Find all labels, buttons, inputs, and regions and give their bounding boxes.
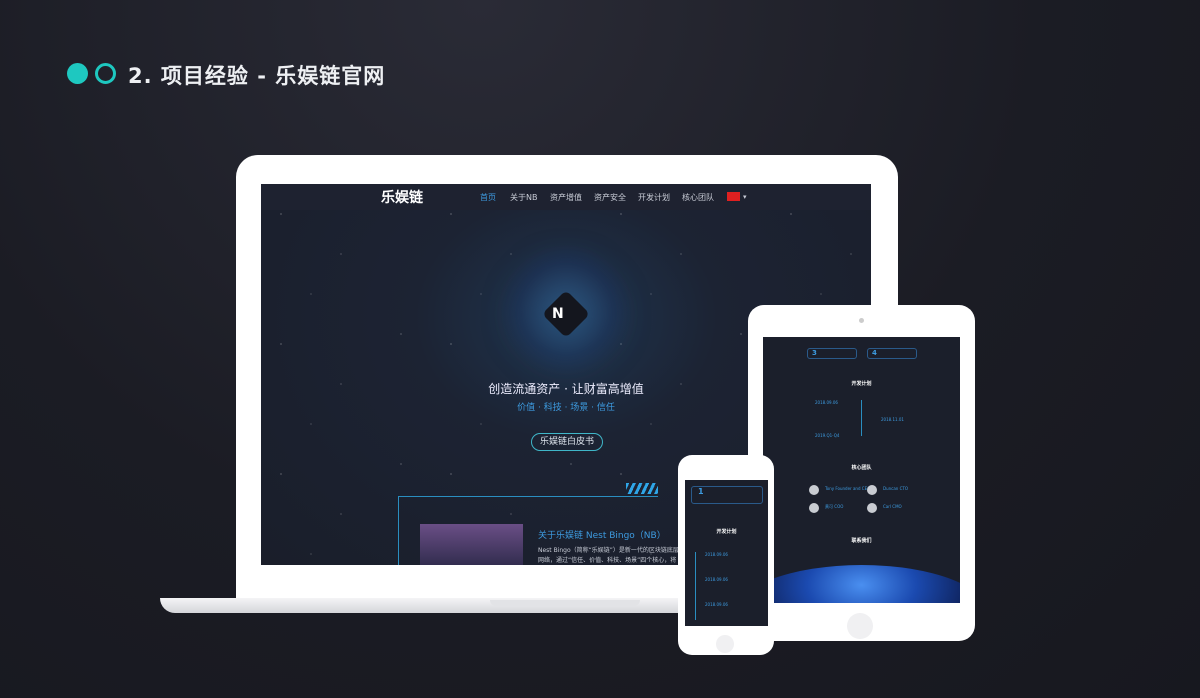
avatar	[809, 503, 819, 513]
timeline-date: 2018.11.01	[881, 417, 904, 422]
avatar	[867, 485, 877, 495]
nav-asset-security[interactable]: 资产安全	[594, 192, 626, 203]
chevron-down-icon[interactable]: ▾	[743, 193, 747, 201]
timeline-date: 2018.09.06	[815, 400, 838, 405]
outline-circle-icon	[95, 63, 116, 84]
divider-line	[398, 496, 399, 565]
tablet-camera	[859, 318, 864, 323]
whitepaper-button[interactable]: 乐娱链白皮书	[531, 433, 603, 451]
nav-team[interactable]: 核心团队	[682, 192, 714, 203]
earth-image	[763, 565, 960, 603]
contact-title: 联系我们	[851, 538, 872, 544]
team-member: Duncan CTO	[883, 486, 908, 491]
team-title: 核心团队	[851, 465, 872, 471]
feature-card: 4	[867, 348, 917, 359]
tablet-screen: 3 4 开发计划 2018.09.06 2018.11.01 2019.Q1-Q…	[763, 337, 960, 603]
plan-title: 开发计划	[851, 381, 872, 387]
nav-about[interactable]: 关于NB	[510, 192, 537, 203]
timeline-date: 2018.09.06	[705, 577, 728, 582]
site-logo[interactable]: 乐娱链	[381, 187, 423, 207]
divider-line	[398, 496, 658, 497]
section-title: 2. 项目经验 - 乐娱链官网	[128, 64, 386, 88]
plan-title: 开发计划	[716, 529, 737, 535]
laptop-notch	[490, 600, 640, 606]
tablet-home-button[interactable]	[847, 613, 873, 639]
feature-card: 1	[691, 486, 763, 504]
timeline-date: 2019.Q1-Q4	[815, 433, 840, 438]
about-title: 关于乐娱链 Nest Bingo（NB）	[538, 531, 666, 541]
about-text: 网络，通过“信任、价值、科技、场景”四个核心，将	[538, 557, 677, 564]
stripes-decoration	[626, 483, 658, 494]
filled-circle-icon	[67, 63, 88, 84]
nav-dev-plan[interactable]: 开发计划	[638, 192, 670, 203]
avatar	[867, 503, 877, 513]
feature-card: 3	[807, 348, 857, 359]
timeline-date: 2018.09.06	[705, 602, 728, 607]
team-member: 黄可 COO	[825, 504, 844, 509]
about-text: Nest Bingo（简称“乐娱链”）是新一代的区块链底层	[538, 547, 679, 554]
china-flag-icon[interactable]	[727, 192, 740, 201]
nb-logo-letter: N	[552, 306, 564, 322]
site-nav: 乐娱链 首页 关于NB 资产增值 资产安全 开发计划 核心团队 ▾	[261, 184, 871, 210]
timeline-line	[861, 400, 862, 436]
nav-asset-growth[interactable]: 资产增值	[550, 192, 582, 203]
phone-screen: 1 开发计划 2018.09.06 2018.09.06 2018.09.06	[685, 480, 768, 626]
timeline-date: 2018.09.06	[705, 552, 728, 557]
nav-home[interactable]: 首页	[480, 192, 496, 203]
avatar	[809, 485, 819, 495]
phone-home-button[interactable]	[716, 635, 734, 653]
team-member: Tony Founder and CEO	[825, 486, 871, 491]
timeline-line	[695, 552, 696, 620]
team-member: Carl CMO	[883, 504, 902, 509]
about-image	[420, 524, 523, 565]
